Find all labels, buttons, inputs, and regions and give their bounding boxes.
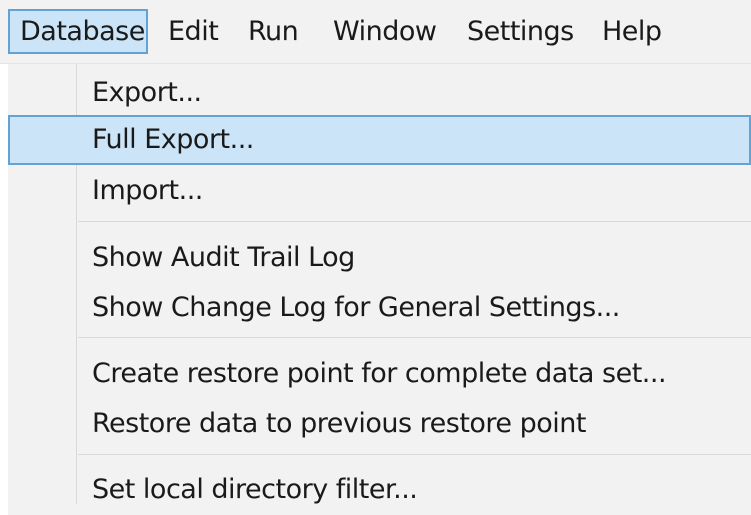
menu-item-label: Import... [92,175,203,206]
database-dropdown-menu: Export... Full Export... Import... Show … [8,64,751,515]
menu-settings[interactable]: Settings [467,10,574,54]
menu-help[interactable]: Help [602,10,662,54]
menu-run[interactable]: Run [248,10,299,54]
menu-item-restore-data[interactable]: Restore data to previous restore point [8,399,751,449]
menu-item-import[interactable]: Import... [8,166,751,216]
menu-item-label: Create restore point for complete data s… [92,358,667,389]
menu-bar: Database Edit Run Window Settings Help [0,0,751,64]
menu-separator [78,221,751,222]
menu-item-export[interactable]: Export... [8,68,751,118]
menu-database[interactable]: Database [8,9,148,54]
menu-item-create-restore-point[interactable]: Create restore point for complete data s… [8,349,751,399]
menu-item-label: Full Export... [92,124,254,155]
menu-edit[interactable]: Edit [168,10,219,54]
menu-item-label: Restore data to previous restore point [92,408,587,439]
menu-item-set-local-directory-filter[interactable]: Set local directory filter... [8,465,751,515]
menu-item-show-audit-trail-log[interactable]: Show Audit Trail Log [8,233,751,283]
menu-item-label: Set local directory filter... [92,474,418,505]
menu-separator [78,454,751,455]
menu-separator [78,337,751,338]
menu-item-full-export[interactable]: Full Export... [8,115,751,165]
menu-item-label: Show Audit Trail Log [92,242,355,273]
menu-item-label: Export... [92,77,202,108]
menu-item-show-change-log[interactable]: Show Change Log for General Settings... [8,283,751,333]
menu-window[interactable]: Window [333,10,437,54]
menu-item-label: Show Change Log for General Settings... [92,292,620,323]
